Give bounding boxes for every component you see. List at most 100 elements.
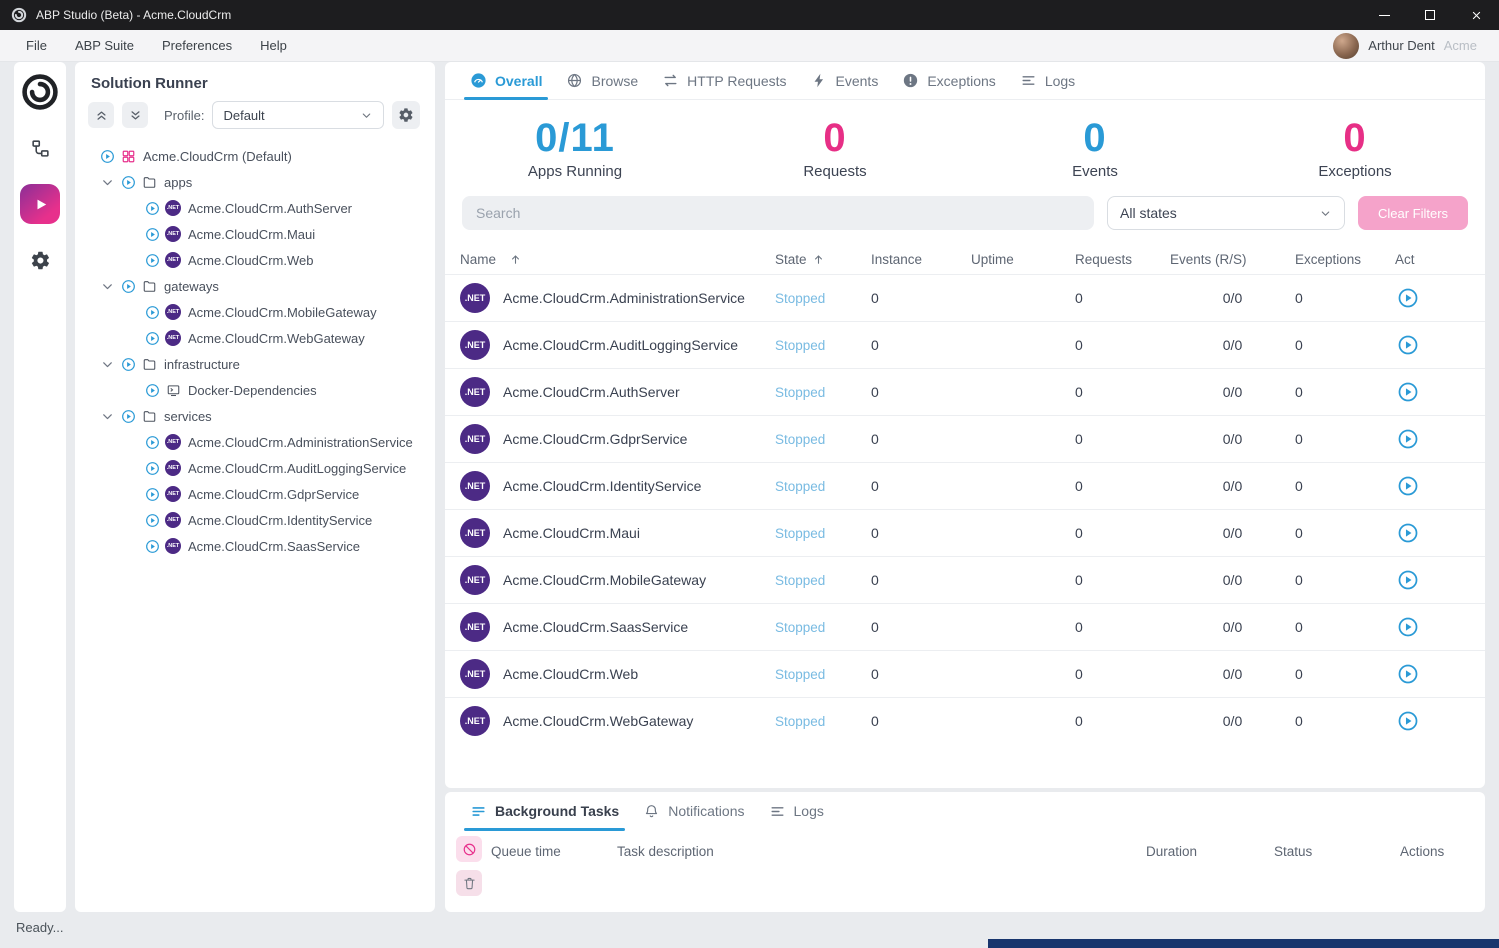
solution-explorer-icon[interactable] xyxy=(20,128,60,168)
tree-item-acme-cloudcrm-administrationservice[interactable]: .NETAcme.CloudCrm.AdministrationService xyxy=(75,429,435,455)
tab-label: Background Tasks xyxy=(495,803,619,819)
state-filter-select[interactable]: All states xyxy=(1107,196,1345,230)
cell-events: 0/0 xyxy=(1170,290,1295,306)
chevron-down-icon[interactable] xyxy=(99,278,115,294)
table-row-acme-cloudcrm-web[interactable]: .NETAcme.CloudCrm.WebStopped000/00 xyxy=(445,650,1485,697)
tree-item-services[interactable]: services xyxy=(75,403,435,429)
tasks-icon xyxy=(470,803,487,820)
play-circle-icon[interactable] xyxy=(99,148,115,164)
start-app-button[interactable] xyxy=(1397,334,1419,356)
collapse-all-button[interactable] xyxy=(88,102,114,128)
start-app-button[interactable] xyxy=(1397,287,1419,309)
start-app-button[interactable] xyxy=(1397,475,1419,497)
play-circle-icon[interactable] xyxy=(120,278,136,294)
play-circle-icon[interactable] xyxy=(144,252,160,268)
column-header-state[interactable]: State xyxy=(775,252,871,267)
tab-label: Browse xyxy=(591,73,638,89)
tree-item-docker-dependencies[interactable]: Docker-Dependencies xyxy=(75,377,435,403)
start-app-button[interactable] xyxy=(1397,522,1419,544)
tree-item-acme-cloudcrm-default[interactable]: Acme.CloudCrm (Default) xyxy=(75,143,435,169)
play-circle-icon[interactable] xyxy=(120,408,136,424)
table-row-acme-cloudcrm-saasservice[interactable]: .NETAcme.CloudCrm.SaasServiceStopped000/… xyxy=(445,603,1485,650)
chevron-down-icon[interactable] xyxy=(99,356,115,372)
tab-exceptions[interactable]: Exceptions xyxy=(890,62,1007,99)
start-app-button[interactable] xyxy=(1397,428,1419,450)
tab-label: Exceptions xyxy=(927,73,995,89)
tasks-actions xyxy=(445,836,491,896)
cell-state: Stopped xyxy=(775,620,871,635)
table-row-acme-cloudcrm-maui[interactable]: .NETAcme.CloudCrm.MauiStopped000/00 xyxy=(445,509,1485,556)
tab-background-tasks[interactable]: Background Tasks xyxy=(458,792,631,830)
profile-select[interactable]: Default xyxy=(212,101,384,129)
tree-item-acme-cloudcrm-identityservice[interactable]: .NETAcme.CloudCrm.IdentityService xyxy=(75,507,435,533)
tree-item-acme-cloudcrm-maui[interactable]: .NETAcme.CloudCrm.Maui xyxy=(75,221,435,247)
chevron-down-icon[interactable] xyxy=(99,174,115,190)
chevron-down-icon[interactable] xyxy=(99,408,115,424)
tree-item-gateways[interactable]: gateways xyxy=(75,273,435,299)
tree-item-acme-cloudcrm-mobilegateway[interactable]: .NETAcme.CloudCrm.MobileGateway xyxy=(75,299,435,325)
play-circle-icon[interactable] xyxy=(120,174,136,190)
play-circle-icon[interactable] xyxy=(120,356,136,372)
tree-item-acme-cloudcrm-auditloggingservice[interactable]: .NETAcme.CloudCrm.AuditLoggingService xyxy=(75,455,435,481)
tasks-column-actions: Actions xyxy=(1400,844,1470,859)
play-circle-icon[interactable] xyxy=(144,460,160,476)
cancel-task-button[interactable] xyxy=(456,836,482,862)
play-circle-icon[interactable] xyxy=(144,200,160,216)
start-app-button[interactable] xyxy=(1397,569,1419,591)
play-circle-icon[interactable] xyxy=(144,304,160,320)
table-row-acme-cloudcrm-identityservice[interactable]: .NETAcme.CloudCrm.IdentityServiceStopped… xyxy=(445,462,1485,509)
tab-http-requests[interactable]: HTTP Requests xyxy=(650,62,798,99)
start-app-button[interactable] xyxy=(1397,710,1419,732)
user-avatar[interactable] xyxy=(1333,33,1359,59)
search-input[interactable] xyxy=(462,196,1094,230)
play-circle-icon[interactable] xyxy=(144,382,160,398)
tab-logs[interactable]: Logs xyxy=(757,792,836,830)
menu-item-preferences[interactable]: Preferences xyxy=(148,30,246,62)
table-row-acme-cloudcrm-auditloggingservice[interactable]: .NETAcme.CloudCrm.AuditLoggingServiceSto… xyxy=(445,321,1485,368)
menu-item-file[interactable]: File xyxy=(12,30,61,62)
tree-item-apps[interactable]: apps xyxy=(75,169,435,195)
table-row-acme-cloudcrm-administrationservice[interactable]: .NETAcme.CloudCrm.AdministrationServiceS… xyxy=(445,274,1485,321)
play-circle-icon[interactable] xyxy=(144,486,160,502)
table-row-acme-cloudcrm-gdprservice[interactable]: .NETAcme.CloudCrm.GdprServiceStopped000/… xyxy=(445,415,1485,462)
solution-icon xyxy=(120,148,136,164)
settings-icon[interactable] xyxy=(20,240,60,280)
tree-item-acme-cloudcrm-saasservice[interactable]: .NETAcme.CloudCrm.SaasService xyxy=(75,533,435,559)
menu-item-help[interactable]: Help xyxy=(246,30,301,62)
clear-filters-button[interactable]: Clear Filters xyxy=(1358,196,1468,230)
start-app-button[interactable] xyxy=(1397,663,1419,685)
tree-item-acme-cloudcrm-gdprservice[interactable]: .NETAcme.CloudCrm.GdprService xyxy=(75,481,435,507)
play-circle-icon[interactable] xyxy=(144,226,160,242)
tree-item-acme-cloudcrm-authserver[interactable]: .NETAcme.CloudCrm.AuthServer xyxy=(75,195,435,221)
solution-runner-icon[interactable] xyxy=(20,184,60,224)
column-header-name[interactable]: Name xyxy=(460,252,775,267)
start-app-button[interactable] xyxy=(1397,381,1419,403)
minimize-button[interactable] xyxy=(1361,0,1407,30)
tree-item-label: Acme.CloudCrm.SaasService xyxy=(186,539,360,554)
table-row-acme-cloudcrm-webgateway[interactable]: .NETAcme.CloudCrm.WebGatewayStopped000/0… xyxy=(445,697,1485,744)
clear-tasks-button[interactable] xyxy=(456,870,482,896)
expand-all-button[interactable] xyxy=(122,102,148,128)
play-circle-icon[interactable] xyxy=(144,538,160,554)
tree-item-infrastructure[interactable]: infrastructure xyxy=(75,351,435,377)
tree-item-label: apps xyxy=(162,175,192,190)
tree-item-acme-cloudcrm-web[interactable]: .NETAcme.CloudCrm.Web xyxy=(75,247,435,273)
tab-events[interactable]: Events xyxy=(799,62,891,99)
play-circle-icon[interactable] xyxy=(144,512,160,528)
maximize-button[interactable] xyxy=(1407,0,1453,30)
tree-item-acme-cloudcrm-webgateway[interactable]: .NETAcme.CloudCrm.WebGateway xyxy=(75,325,435,351)
folder-icon xyxy=(141,174,157,190)
table-row-acme-cloudcrm-authserver[interactable]: .NETAcme.CloudCrm.AuthServerStopped000/0… xyxy=(445,368,1485,415)
tab-overall[interactable]: Overall xyxy=(458,62,554,99)
close-button[interactable] xyxy=(1453,0,1499,30)
menu-item-abp-suite[interactable]: ABP Suite xyxy=(61,30,148,62)
profile-settings-button[interactable] xyxy=(392,101,420,129)
table-row-acme-cloudcrm-mobilegateway[interactable]: .NETAcme.CloudCrm.MobileGatewayStopped00… xyxy=(445,556,1485,603)
tab-notifications[interactable]: Notifications xyxy=(631,792,756,830)
tab-browse[interactable]: Browse xyxy=(554,62,650,99)
start-app-button[interactable] xyxy=(1397,616,1419,638)
tab-logs[interactable]: Logs xyxy=(1008,62,1087,99)
play-circle-icon[interactable] xyxy=(144,434,160,450)
cell-instance: 0 xyxy=(871,431,971,447)
play-circle-icon[interactable] xyxy=(144,330,160,346)
